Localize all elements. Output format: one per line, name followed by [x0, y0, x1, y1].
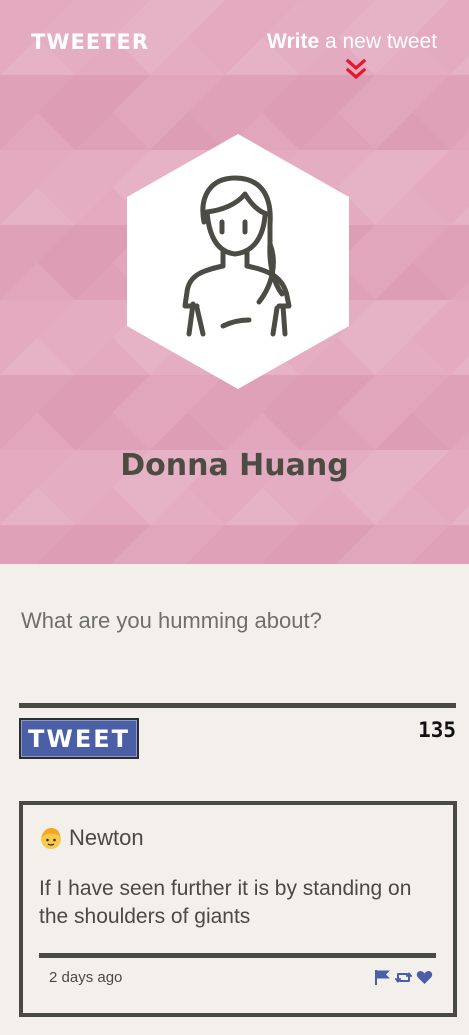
tweet-card: Newton If I have seen further it is by s…: [19, 801, 457, 1017]
tweet-actions: [374, 969, 433, 986]
write-link-bold: Write: [267, 30, 320, 53]
character-counter: 135: [418, 718, 456, 742]
retweet-icon[interactable]: [395, 969, 412, 986]
profile-name: Donna Huang: [120, 448, 349, 483]
profile-header: TWEETER Write a new tweet Donna Huang: [0, 0, 469, 564]
avatar: [127, 134, 349, 389]
tweet-text: If I have seen further it is by standing…: [39, 877, 412, 928]
write-new-tweet-link[interactable]: Write a new tweet: [267, 30, 437, 54]
compose-divider: [19, 703, 456, 708]
tweet-author-name[interactable]: Newton: [69, 825, 144, 851]
tweet-button[interactable]: TWEET: [19, 718, 139, 759]
tweet-divider: [39, 953, 436, 958]
tweet-timestamp: 2 days ago: [49, 969, 123, 986]
write-link-rest: a new tweet: [319, 30, 438, 53]
brand-logo[interactable]: TWEETER: [31, 30, 149, 54]
chevron-down-icon[interactable]: [345, 58, 367, 82]
tweet-author: Newton: [39, 825, 144, 851]
person-emoji-icon: [41, 828, 61, 849]
heart-icon[interactable]: [416, 969, 433, 986]
compose-tweet-input[interactable]: [19, 596, 456, 700]
flag-icon[interactable]: [374, 969, 391, 986]
